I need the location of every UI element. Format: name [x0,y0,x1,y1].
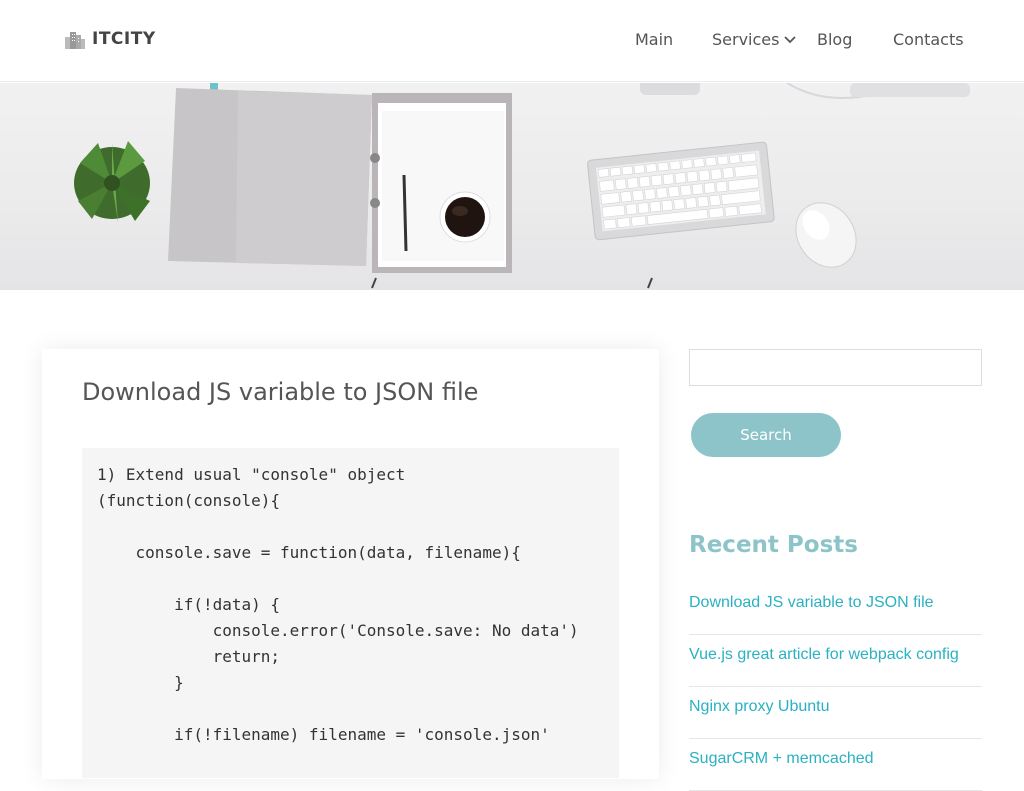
nav-item-contacts[interactable]: Contacts [893,30,964,49]
recent-posts-list: Download JS variable to JSON file Vue.js… [689,583,982,791]
coffee-cup-icon [439,191,491,243]
recent-post-link[interactable]: Vue.js great article for webpack config [689,646,959,663]
nav-item-main[interactable]: Main [635,30,673,49]
nav-item-blog[interactable]: Blog [817,30,852,49]
site-header: ITCITY Main Services Blog Contacts [0,0,1024,82]
nav-item-services[interactable]: Services [712,30,779,49]
recent-posts-heading: Recent Posts [689,532,858,558]
main-nav: Main Services Blog Contacts [0,30,1024,52]
list-item: Vue.js great article for webpack config [689,635,982,687]
search-button[interactable]: Search [691,413,841,457]
list-item: Nginx proxy Ubuntu [689,687,982,739]
desk-scene-illustration [74,83,970,289]
recent-post-link[interactable]: Download JS variable to JSON file [689,594,934,611]
plant-icon [74,141,150,223]
recent-post-link[interactable]: Nginx proxy Ubuntu [689,698,830,715]
keyboard-icon [587,141,775,241]
list-item: Download JS variable to JSON file [689,583,982,635]
post-title: Download JS variable to JSON file [82,378,479,406]
search-input[interactable] [689,349,982,386]
chevron-down-icon[interactable] [783,33,797,47]
list-item: SugarCRM + memcached [689,739,982,791]
code-block: 1) Extend usual "console" object (functi… [82,448,619,778]
code-snippet: 1) Extend usual "console" object (functi… [97,465,579,744]
mouse-icon [795,202,857,268]
hero-image [0,83,1024,290]
binder-icon [168,88,512,273]
recent-post-link[interactable]: SugarCRM + memcached [689,750,874,767]
